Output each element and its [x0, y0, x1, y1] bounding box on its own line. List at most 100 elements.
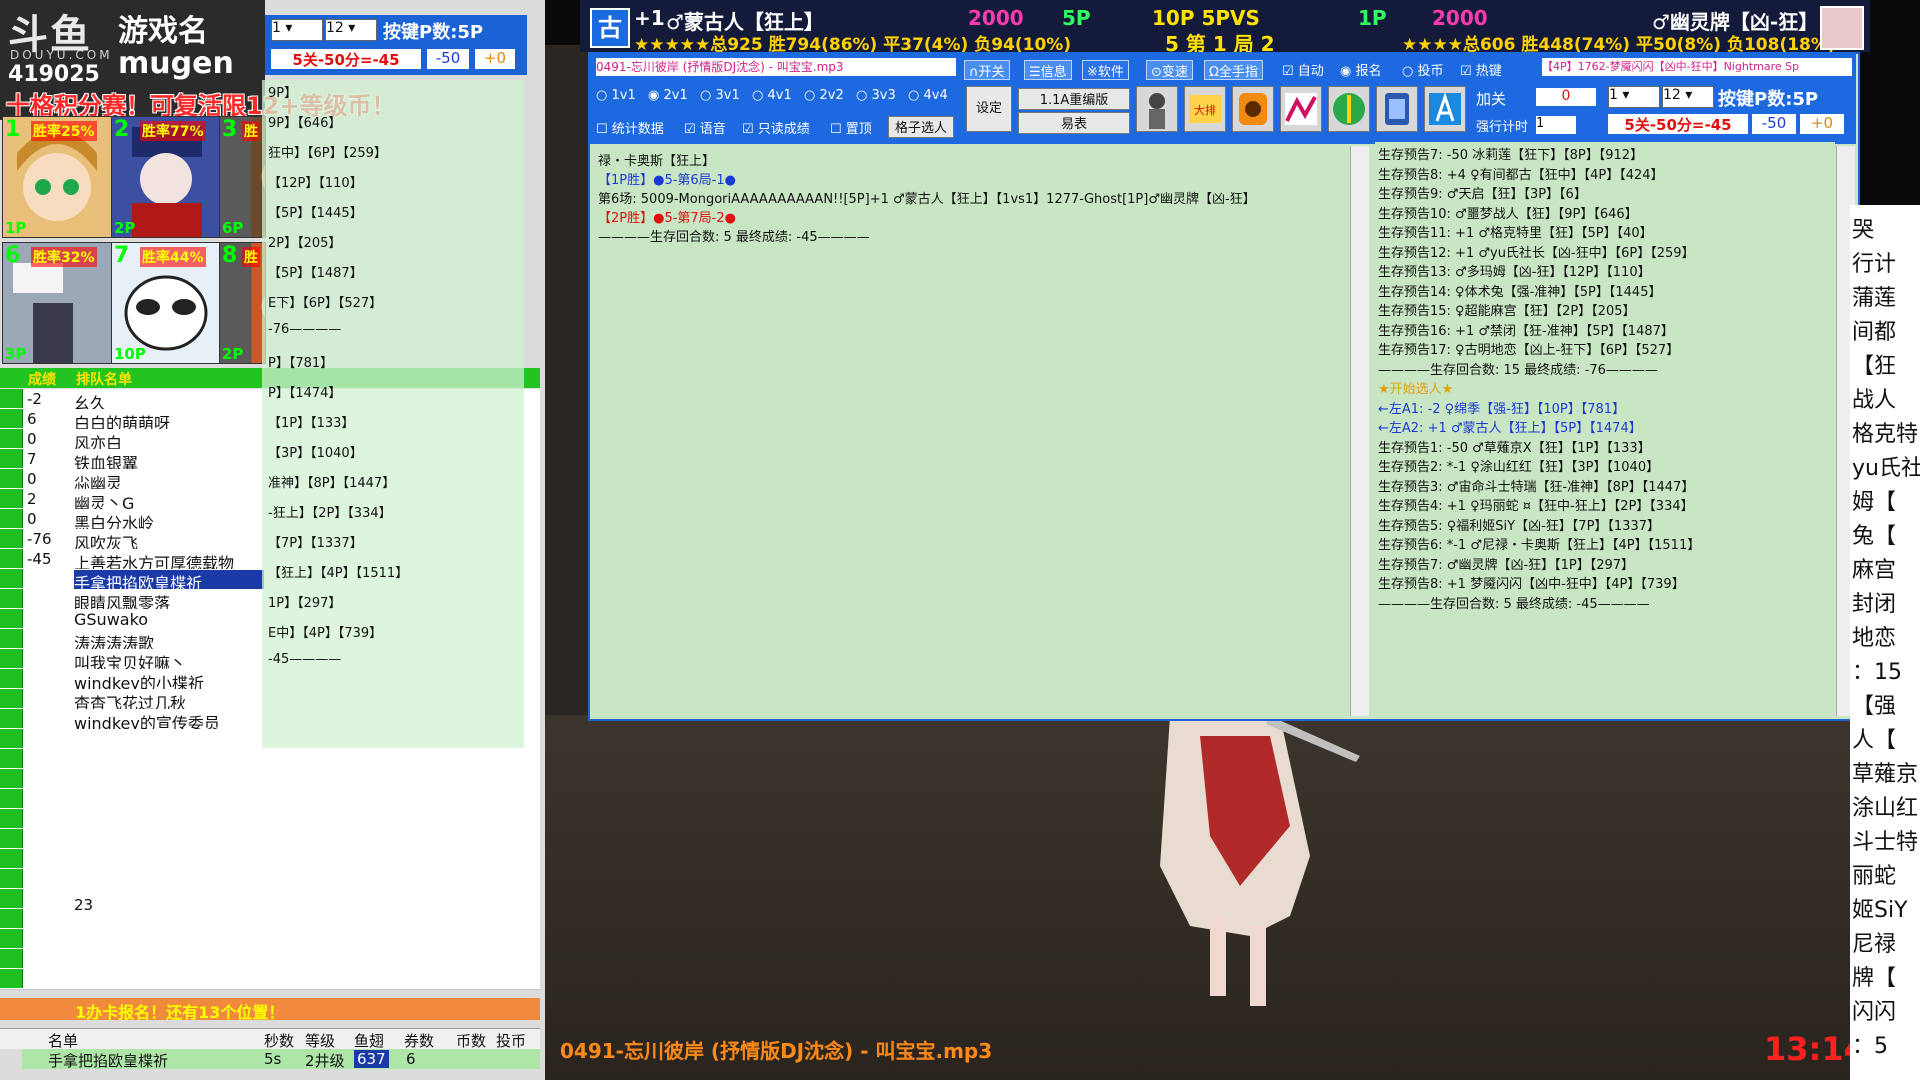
log-line: 兔【: [1852, 524, 1897, 549]
check-ontop[interactable]: ☐ 置顶: [830, 118, 872, 137]
check-voice[interactable]: ☑ 语音: [684, 118, 726, 137]
mode-4v1[interactable]: ○ 4v1: [752, 88, 792, 103]
log-line: 格克特: [1852, 422, 1919, 447]
log-line: 尼禄: [1852, 932, 1897, 957]
scrollbar-left[interactable]: [1350, 146, 1369, 716]
row-score: -2: [27, 390, 42, 408]
card-winrate: 胜: [242, 247, 260, 267]
log-line: 1P】【297】: [268, 596, 342, 611]
p1-delta: +1: [634, 6, 665, 30]
queue-row-empty: [0, 969, 540, 990]
char-card-6[interactable]: 6 胜率32% 3P: [2, 242, 112, 364]
card-winrate: 胜率32%: [31, 247, 97, 267]
char-card-3[interactable]: 3 胜 6P: [219, 116, 266, 238]
card-number: 2: [114, 117, 130, 142]
app-icon[interactable]: [1424, 86, 1466, 132]
stats-col: 投币: [496, 1032, 527, 1050]
select-a[interactable]: 1 ▾: [1608, 86, 1660, 108]
char-card-7[interactable]: 7 胜率44% 10P: [111, 242, 221, 364]
log-line: P】【781】: [268, 356, 334, 371]
row-name: GSuwako: [74, 610, 149, 629]
mode-2v1[interactable]: ◉ 2v1: [648, 88, 688, 103]
song-field[interactable]: 0491-忘川彼岸 (抒情版DJ沈念) - 叫宝宝.mp3: [596, 58, 956, 76]
tool-icon[interactable]: [1328, 86, 1370, 132]
card-number: 7: [114, 243, 130, 268]
plus-field[interactable]: +0: [1800, 114, 1844, 134]
settings-button[interactable]: 设定: [966, 86, 1012, 132]
log-line: 生存预告7: -50 冰莉莲【狂下】【8P】【912】: [1378, 148, 1644, 163]
check-stats[interactable]: ☐ 统计数据: [596, 118, 664, 137]
char-card-2[interactable]: 2 胜率77% 2P: [111, 116, 221, 238]
tab-info[interactable]: ☰信息: [1024, 60, 1072, 80]
minus-field[interactable]: -50: [427, 49, 469, 69]
row-marker: [0, 829, 23, 848]
select-b[interactable]: 12 ▾: [1662, 86, 1714, 108]
timer-label: 强行计时: [1476, 120, 1529, 135]
character-icon[interactable]: [1136, 86, 1178, 132]
log-line: 生存预告15: ♀超能麻宫【狂】【2P】【205】: [1378, 304, 1636, 319]
char-card-1[interactable]: 1 胜率25% 1P: [2, 116, 112, 238]
edit-version-button[interactable]: 1.1A重编版: [1018, 88, 1130, 110]
timer-input[interactable]: 1: [1536, 116, 1576, 134]
mode-2v2[interactable]: ○ 2v2: [804, 88, 844, 103]
log-line: ←左A1: -2 ♀绵季【强-狂】【10P】【781】: [1378, 401, 1626, 417]
plus-field[interactable]: +0: [475, 49, 515, 69]
auto-checkbox[interactable]: ☑ 自动: [1282, 60, 1324, 79]
ticker-field: 【4P】1762-梦魇闪闪【凶中-狂中】Nightmare Sp: [1542, 58, 1852, 76]
row-marker: [0, 929, 23, 948]
log-line: 生存预告14: ♀体术兔【强-准神】【5P】【1445】: [1378, 284, 1662, 300]
p1-palette: 5P: [1062, 6, 1091, 30]
ranking-icon[interactable]: 大排: [1184, 86, 1226, 132]
grid-select-button[interactable]: 格子选人: [888, 116, 954, 138]
log-line: 草薙京: [1852, 762, 1919, 787]
signup-bar: 1办卡报名！还有13个位置！: [0, 998, 540, 1022]
row-marker: [0, 629, 23, 648]
mode-1v1[interactable]: ○ 1v1: [596, 88, 636, 103]
mode-3v3[interactable]: ○ 3v3: [856, 88, 896, 103]
window-icon[interactable]: [1376, 86, 1418, 132]
fist-icon[interactable]: [1232, 86, 1274, 132]
log-line: -76————: [268, 322, 342, 337]
log-line: ：5: [1852, 1034, 1888, 1059]
log-line: 生存预告9: ♂天启【狂】【3P】【6】: [1378, 187, 1587, 202]
row-marker: [0, 789, 23, 808]
log-line: 涂山红: [1852, 796, 1919, 821]
hotkey-label: 按键P数:5P: [1718, 89, 1819, 110]
log-line: 生存预告4: +1 ♀玛丽蛇 ¤【狂中-狂上】【2P】【334】: [1378, 499, 1694, 514]
tab-switch[interactable]: ∩开关: [964, 60, 1010, 80]
queue-row-empty: [0, 749, 540, 770]
log-line: 生存预告8: +1 梦魇闪闪【凶中-狂中】【4P】【739】: [1378, 577, 1685, 592]
panel-hotkey-control: 1 ▾ 12 ▾ 按键P数:5P 5关-50分=-45 -50 +0: [1606, 86, 1846, 138]
signup-radio[interactable]: ◉ 报名: [1340, 60, 1382, 79]
select-a[interactable]: 1 ▾: [271, 19, 323, 41]
row-marker: [0, 909, 23, 928]
tab-software[interactable]: ※软件: [1082, 60, 1129, 80]
check-readonly[interactable]: ☑ 只读成绩: [742, 118, 810, 137]
fighter-sprite: [1160, 716, 1360, 1006]
easy-table-button[interactable]: 易表: [1018, 112, 1130, 134]
log-line: 斗士特: [1852, 830, 1919, 855]
mode-4v4[interactable]: ○ 4v4: [908, 88, 948, 103]
card-winrate: 胜率77%: [140, 121, 206, 141]
log-line: 牌【: [1852, 966, 1897, 991]
coin-radio[interactable]: ○ 投币: [1402, 60, 1444, 79]
char-card-8[interactable]: 8 胜 2P: [219, 242, 266, 364]
p1-score: 2000: [968, 6, 1024, 30]
chart-icon[interactable]: [1280, 86, 1322, 132]
select-b[interactable]: 12 ▾: [325, 19, 377, 41]
minus-field[interactable]: -50: [1752, 114, 1796, 134]
add-level-input[interactable]: 0: [1536, 88, 1596, 106]
log-line: yu氏社: [1852, 456, 1920, 481]
row-marker: [0, 669, 23, 688]
stats-row[interactable]: 手拿把掐欧皇楪祈 5s 2井级 637 6: [22, 1049, 540, 1070]
log-line: 生存预告17: ♀古明地恋【凶上-狂下】【6P】【527】: [1378, 343, 1680, 358]
stats-cell: 5s: [264, 1050, 282, 1068]
tab-speed[interactable]: ⊙变速: [1146, 60, 1193, 80]
stats-col: 秒数: [264, 1032, 295, 1050]
log-line: 生存预告7: ♂幽灵牌【凶-狂】【1P】【297】: [1378, 557, 1635, 573]
mode-3v1[interactable]: ○ 3v1: [700, 88, 740, 103]
hotkey-checkbox[interactable]: ☑ 热键: [1460, 60, 1502, 79]
queue-row-empty: [0, 949, 540, 970]
row-marker: [0, 549, 23, 568]
tab-fullhand[interactable]: Ω全手指: [1204, 60, 1263, 80]
